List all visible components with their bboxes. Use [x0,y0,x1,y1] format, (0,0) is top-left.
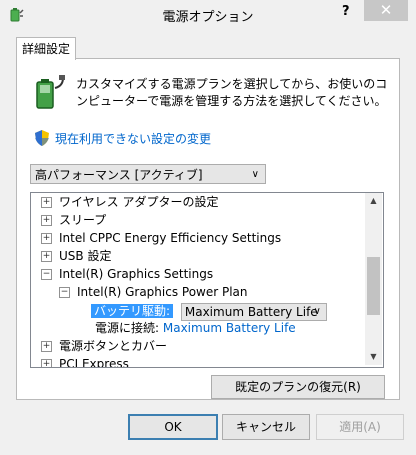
tree-item-intel-graphics[interactable]: − Intel(R) Graphics Settings [41,265,213,283]
battery-plug-icon [36,75,65,109]
on-battery-label: バッテリ駆動: [91,304,174,318]
tree-item-power-buttons[interactable]: + 電源ボタンとカバー [41,337,167,355]
close-button[interactable]: ✕ [364,0,408,21]
tree-item-plugged-in[interactable]: 電源に接続: Maximum Battery Life [95,319,296,337]
tree-item-label: USB 設定 [59,249,112,263]
power-plan-selected: 高パフォーマンス [アクティブ] [35,168,203,182]
on-battery-dropdown[interactable]: Maximum Battery Life ∨ [180,302,327,321]
tree-scrollbar[interactable]: ▲ ▼ [365,193,382,365]
tree-item-label: Intel CPPC Energy Efficiency Settings [59,231,282,245]
change-unavailable-settings-link[interactable]: 現在利用できない設定の変更 [55,130,211,147]
tree-item-pci-express[interactable]: + PCI Express [41,355,129,368]
tree-item-intel-cppc[interactable]: + Intel CPPC Energy Efficiency Settings [41,229,281,247]
settings-tree[interactable]: + ワイヤレス アダプターの設定 + スリープ + Intel CPPC Energy… [30,192,384,368]
chevron-down-icon: ∨ [251,169,259,180]
scroll-down-icon[interactable]: ▼ [365,349,382,365]
collapse-icon[interactable]: − [41,269,52,280]
tree-item-label: Intel(R) Graphics Settings [59,267,214,281]
intro-text: カスタマイズする電源プランを選択してから、お使いのコンピューターで電源を管理する… [76,77,388,108]
tab-advanced-settings[interactable]: 詳細設定 [16,37,76,60]
title-bar: 電源オプション ? ✕ [0,0,416,30]
expand-icon[interactable]: + [41,251,52,262]
tree-item-label: ワイヤレス アダプターの設定 [59,195,219,209]
tree-item-label: スリープ [59,213,107,227]
window-title: 電源オプション [162,10,254,25]
scroll-thumb[interactable] [367,257,380,315]
tree-item-on-battery[interactable]: バッテリ駆動: Maximum Battery Life ∨ [91,302,327,321]
tree-item-wireless[interactable]: + ワイヤレス アダプターの設定 [41,193,218,211]
tree-item-sleep[interactable]: + スリープ [41,211,106,229]
uac-shield-icon [35,130,49,146]
chevron-down-icon: ∨ [313,305,321,317]
plugged-in-value[interactable]: Maximum Battery Life [163,321,296,335]
expand-icon[interactable]: + [41,341,52,352]
tree-item-usb[interactable]: + USB 設定 [41,247,111,265]
cancel-button[interactable]: キャンセル [222,414,310,440]
expand-icon[interactable]: + [41,233,52,244]
tree-item-label: 電源ボタンとカバー [59,339,168,353]
expand-icon[interactable]: + [41,215,52,226]
ok-button[interactable]: OK [128,414,218,440]
collapse-icon[interactable]: − [59,287,70,298]
expand-icon[interactable]: + [41,197,52,208]
plugged-in-label: 電源に接続: [95,321,160,335]
apply-button[interactable]: 適用(A) [316,414,404,440]
help-button[interactable]: ? [342,4,350,19]
tree-item-label: Intel(R) Graphics Power Plan [77,285,248,299]
restore-plan-defaults-button[interactable]: 既定のプランの復元(R) [211,375,385,399]
power-plan-dropdown[interactable]: 高パフォーマンス [アクティブ] ∨ [30,164,266,184]
tree-item-graphics-power-plan[interactable]: − Intel(R) Graphics Power Plan [59,283,248,301]
expand-icon[interactable]: + [41,359,52,367]
tree-item-label: PCI Express [59,357,129,368]
on-battery-value: Maximum Battery Life [184,304,318,319]
scroll-up-icon[interactable]: ▲ [365,193,382,209]
